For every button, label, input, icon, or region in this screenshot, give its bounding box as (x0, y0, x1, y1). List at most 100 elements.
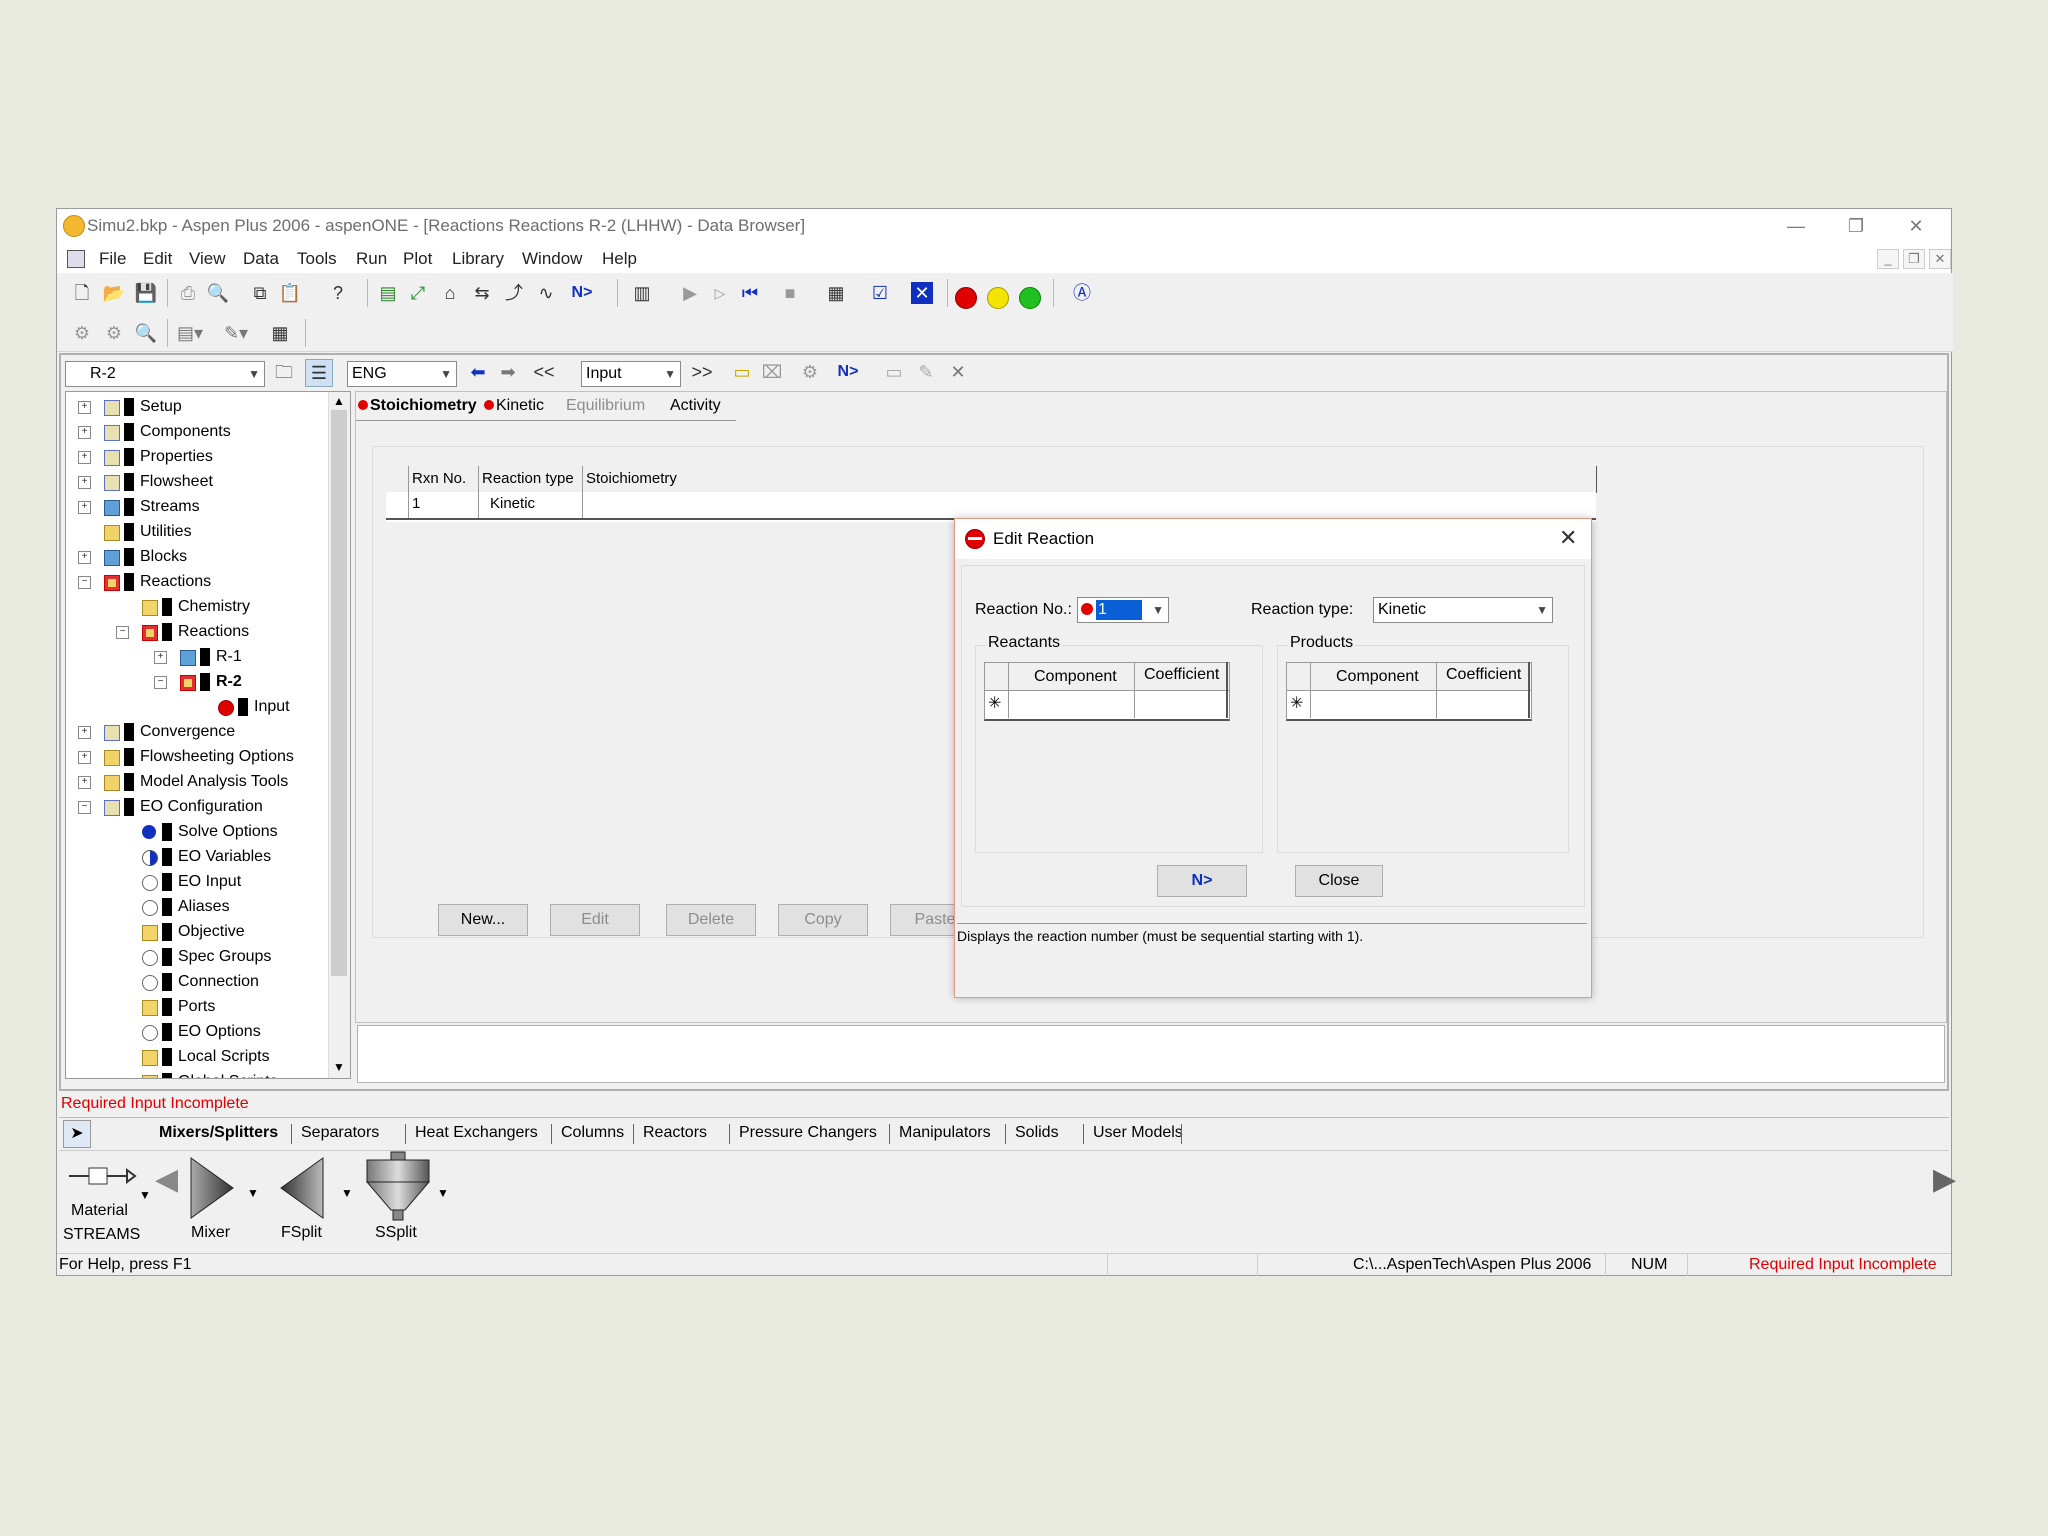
block-icon[interactable]: ⌂ (437, 280, 463, 306)
copy-icon[interactable]: ⧉ (247, 280, 273, 306)
menu-window[interactable]: Window (522, 249, 582, 269)
menu-library[interactable]: Library (452, 249, 504, 269)
tree-item[interactable]: + Setup (78, 396, 318, 418)
new-icon[interactable]: 🗋 (69, 280, 95, 306)
palette-scroll-right-icon[interactable]: ▶ (1933, 1162, 1956, 1197)
run-icon[interactable]: ▶ (677, 280, 703, 306)
check-results-icon[interactable]: ☑ (867, 280, 893, 306)
tree-item[interactable]: + Components (78, 421, 318, 443)
flowsheet-icon[interactable]: ▤ (375, 280, 401, 306)
mdi-close-button[interactable]: ✕ (1929, 249, 1951, 269)
menu-view[interactable]: View (189, 249, 226, 269)
tree-item[interactable]: − Reactions (116, 621, 350, 643)
expand-icon[interactable]: + (78, 476, 91, 489)
palette-tab[interactable]: Reactors (643, 1120, 707, 1146)
dialog-next-button[interactable]: N> (1157, 865, 1247, 897)
copy-button[interactable]: Copy (778, 904, 868, 936)
palette-scroll-left-icon[interactable]: ◀ (155, 1162, 178, 1197)
expand-icon[interactable]: + (78, 401, 91, 414)
unlock-icon[interactable]: ⚙ (69, 320, 95, 346)
menu-data[interactable]: Data (243, 249, 279, 269)
data-browser-tree[interactable]: + Setup + Components + Properties + Flowsheet + S… (65, 391, 351, 1079)
product-component-cell[interactable] (1314, 692, 1434, 716)
menu-plot[interactable]: Plot (403, 249, 432, 269)
curve-icon[interactable]: ∿ (533, 280, 559, 306)
tree-item[interactable]: + Model Analysis Tools (78, 771, 318, 793)
reaction-no-combo[interactable]: 1 ▼ (1077, 597, 1169, 623)
comments-icon[interactable]: ⚙ (797, 359, 823, 385)
object-combo[interactable]: R-2 ▼ (65, 361, 265, 387)
tree-item[interactable]: EO Variables (116, 846, 350, 868)
grid-view-icon[interactable]: ▦ (267, 320, 293, 346)
expand-icon[interactable]: + (78, 751, 91, 764)
expand-icon[interactable]: + (154, 651, 167, 664)
notes-icon[interactable]: ▭ (729, 359, 755, 385)
scroll-up-icon[interactable]: ▲ (333, 394, 345, 408)
cell-rxn-no[interactable]: 1 (412, 493, 420, 515)
reactant-coefficient-cell[interactable] (1138, 692, 1224, 716)
expand-icon[interactable]: + (78, 726, 91, 739)
tree-toggle-icon[interactable]: ☰ (305, 359, 333, 387)
expand-icon[interactable]: + (78, 551, 91, 564)
mixer-tool[interactable]: Mixer (179, 1154, 251, 1246)
back-arrow-icon[interactable]: ⬅ (465, 359, 491, 385)
green-status-icon[interactable] (1019, 287, 1041, 309)
yellow-status-icon[interactable] (987, 287, 1009, 309)
dialog-close-button[interactable]: Close (1295, 865, 1383, 897)
material-stream-tool[interactable]: Material STREAMS (63, 1158, 140, 1244)
browser-next-button[interactable]: N> (835, 359, 861, 385)
minimize-button[interactable]: — (1767, 211, 1825, 241)
tree-item[interactable]: + Streams (78, 496, 318, 518)
palette-tab[interactable]: Mixers/Splitters (159, 1120, 278, 1146)
print-preview-icon[interactable]: 🔍 (205, 280, 231, 306)
step-icon[interactable]: ▷ (707, 280, 733, 306)
next-n-icon[interactable]: N> (569, 280, 595, 306)
tree-item[interactable]: + Properties (78, 446, 318, 468)
tree-item[interactable]: Connection (116, 971, 350, 993)
palette-tab[interactable]: User Models (1093, 1120, 1183, 1146)
mdi-minimize-button[interactable]: _ (1877, 249, 1899, 269)
tab-activity[interactable]: Activity (670, 394, 721, 418)
expand-icon[interactable]: + (78, 776, 91, 789)
forward-arrow-icon[interactable]: ➡ (495, 359, 521, 385)
tree-item[interactable]: Chemistry (116, 596, 350, 618)
paste-icon[interactable]: 📋 (277, 280, 303, 306)
tree-item[interactable]: EO Input (116, 871, 350, 893)
close-form-icon[interactable]: ✕ (945, 359, 971, 385)
connect-icon[interactable]: ⤢ (405, 280, 431, 306)
palette-tab[interactable]: Separators (301, 1120, 379, 1146)
layout-icon[interactable]: ▤▾ (177, 320, 203, 346)
edit-mode-icon[interactable]: ✎▾ (223, 320, 249, 346)
tab-equilibrium[interactable]: Equilibrium (566, 394, 645, 418)
pencil-icon[interactable]: ✎ (913, 359, 939, 385)
menu-tools[interactable]: Tools (297, 249, 337, 269)
reaction-type-combo[interactable]: Kinetic ▼ (1373, 597, 1553, 623)
products-grid[interactable]: Component Coefficient ✳ (1286, 662, 1532, 721)
results-icon[interactable]: ▦ (823, 280, 849, 306)
palette-tab[interactable]: Pressure Changers (739, 1120, 877, 1146)
control-panel-icon[interactable]: ▥ (629, 280, 655, 306)
tree-item[interactable]: Spec Groups (116, 946, 350, 968)
tab-stoichiometry[interactable]: Stoichiometry (358, 394, 477, 418)
tree-item[interactable]: Solve Options (116, 821, 350, 843)
tree-item[interactable]: − EO Configuration (78, 796, 318, 818)
open-icon[interactable]: 📂 (101, 280, 127, 306)
red-status-icon[interactable] (955, 287, 977, 309)
tree-item[interactable]: + R-1 (154, 646, 350, 668)
rewind-icon[interactable]: ⏮ (737, 280, 763, 306)
reset-icon[interactable]: ✕ (911, 282, 933, 304)
tree-item[interactable]: − Reactions (78, 571, 318, 593)
collapse-icon[interactable]: − (154, 676, 167, 689)
reactant-component-cell[interactable] (1012, 692, 1132, 716)
tree-item[interactable]: + Blocks (78, 546, 318, 568)
ssplit-dropdown-icon[interactable]: ▼ (437, 1186, 449, 1200)
select-mode-icon[interactable]: ➤ (63, 1120, 91, 1148)
up-folder-icon[interactable]: 🗀 (271, 359, 297, 385)
stream-dropdown-icon[interactable]: ▼ (139, 1188, 151, 1202)
tree-item[interactable]: + Flowsheeting Options (78, 746, 318, 768)
menu-help[interactable]: Help (602, 249, 637, 269)
new-button[interactable]: New... (438, 904, 528, 936)
reactants-grid[interactable]: Component Coefficient ✳ (984, 662, 1230, 721)
delete-form-icon[interactable]: ▭ (881, 359, 907, 385)
fsplit-dropdown-icon[interactable]: ▼ (341, 1186, 353, 1200)
